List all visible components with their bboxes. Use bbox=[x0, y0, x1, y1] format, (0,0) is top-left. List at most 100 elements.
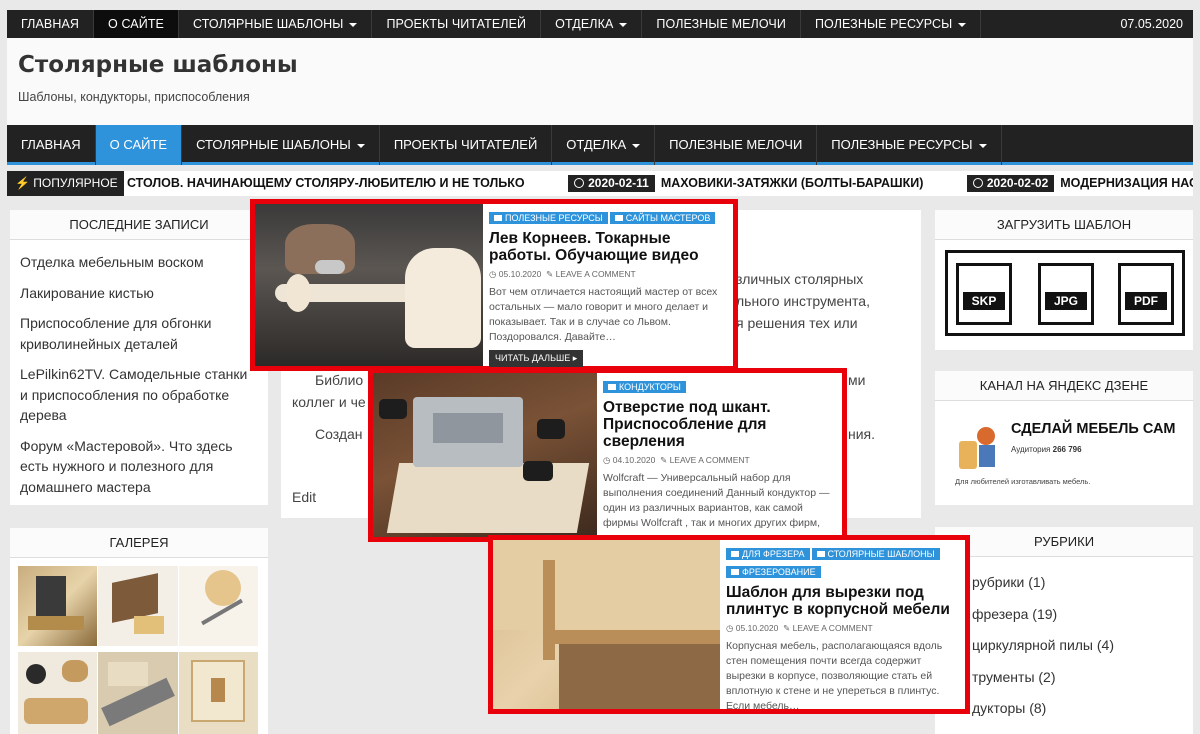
rubric-link[interactable]: фрезера (19) bbox=[972, 599, 1193, 631]
comment-link[interactable]: LEAVE A COMMENT bbox=[556, 269, 636, 279]
rubric-link[interactable]: циркулярной пилы (4) bbox=[972, 630, 1193, 662]
recent-post-link[interactable]: Лакирование кистью bbox=[20, 283, 258, 304]
post-thumbnail[interactable] bbox=[373, 373, 597, 537]
post-body: ДЛЯ ФРЕЗЕРА СТОЛЯРНЫЕ ШАБЛОНЫ ФРЕЗЕРОВАНИЕ… bbox=[720, 540, 965, 712]
read-more-button[interactable]: ЧИТАТЬ ДАЛЬШЕ ▸ bbox=[489, 350, 584, 367]
mainnav-item-useful[interactable]: ПОЛЕЗНЫЕ МЕЛОЧИ bbox=[655, 125, 818, 165]
folder-icon bbox=[494, 215, 502, 221]
ticker-track: В И СТОЛОВ. НАЧИНАЮЩЕМУ СТОЛЯРУ-ЛЮБИТЕЛЮ… bbox=[102, 171, 1193, 196]
gallery-thumbnail[interactable] bbox=[98, 566, 178, 646]
gallery-thumbnail[interactable] bbox=[18, 652, 97, 734]
clock-icon: ◷ bbox=[726, 623, 734, 633]
upload-banner[interactable]: SKP JPG PDF bbox=[945, 250, 1185, 336]
read-more-label: ЧИТАТЬ ДАЛЬШЕ bbox=[495, 353, 571, 363]
post-thumbnail[interactable] bbox=[255, 204, 483, 366]
rubric-link[interactable]: трументы (2) bbox=[972, 662, 1193, 694]
comment-link[interactable]: LEAVE A COMMENT bbox=[793, 623, 873, 633]
ticker-date-text: 2020-02-02 bbox=[986, 176, 1049, 190]
category-tag[interactable]: ФРЕЗЕРОВАНИЕ bbox=[726, 566, 821, 578]
tag-label: ДЛЯ ФРЕЗЕРА bbox=[742, 549, 805, 559]
comment-icon: ✎ bbox=[660, 455, 668, 465]
topnav-item-home[interactable]: ГЛАВНАЯ bbox=[7, 10, 95, 38]
audience-count: 266 796 bbox=[1052, 445, 1082, 454]
tag-label: САЙТЫ МАСТЕРОВ bbox=[625, 213, 711, 223]
mainnav-item-reader-projects[interactable]: ПРОЕКТЫ ЧИТАТЕЛЕЙ bbox=[380, 125, 553, 165]
chevron-down-icon bbox=[356, 143, 365, 148]
clock-icon: ◷ bbox=[489, 269, 497, 279]
mainnav-item-about[interactable]: О САЙТЕ bbox=[95, 125, 183, 165]
current-date: 07.05.2020 bbox=[1120, 17, 1183, 31]
audience: Аудитория 266 796 bbox=[1011, 445, 1082, 454]
category-tag[interactable]: САЙТЫ МАСТЕРОВ bbox=[609, 212, 716, 224]
file-format-label: JPG bbox=[1045, 292, 1087, 310]
ticker-link[interactable]: МОДЕРНИЗАЦИЯ НАСТОЛЬНОЙ ЦИРКУЛЯРКИ J1F-D… bbox=[1060, 176, 1193, 190]
category-tag[interactable]: КОНДУКТОРЫ bbox=[603, 381, 686, 393]
content-text: ми bbox=[848, 372, 866, 388]
site-title[interactable]: Столярные шаблоны bbox=[18, 52, 298, 78]
post-date: 04.10.2020 bbox=[612, 455, 656, 465]
gallery-thumbnail[interactable] bbox=[98, 652, 178, 734]
audience-label: Аудитория bbox=[1011, 445, 1051, 454]
recent-post-link[interactable]: LePilkin62TV. Самодельные станки и присп… bbox=[20, 364, 258, 426]
ticker-label: ⚡ ПОПУЛЯРНОЕ bbox=[7, 171, 124, 196]
ticker-date: 2020-02-11 bbox=[568, 175, 655, 192]
channel-name: СДЕЛАЙ МЕБЕЛЬ САМ bbox=[1011, 421, 1176, 437]
rubric-link[interactable]: Отделка (5) bbox=[982, 725, 1193, 734]
mainnav-item-label: ПОЛЕЗНЫЕ РЕСУРСЫ bbox=[831, 137, 973, 152]
category-tag[interactable]: ДЛЯ ФРЕЗЕРА bbox=[726, 548, 810, 560]
chevron-right-icon: ▸ bbox=[572, 353, 578, 363]
topnav-item-useful[interactable]: ПОЛЕЗНЫЕ МЕЛОЧИ bbox=[642, 10, 801, 38]
mainnav-item-finishing[interactable]: ОТДЕЛКА bbox=[552, 125, 656, 165]
recent-post-link[interactable]: Форум «Мастеровой». Что здесь есть нужно… bbox=[20, 436, 258, 498]
topnav-item-templates[interactable]: СТОЛЯРНЫЕ ШАБЛОНЫ bbox=[179, 10, 373, 38]
ticker-link[interactable]: МАХОВИКИ-ЗАТЯЖКИ (БОЛТЫ-БАРАШКИ) bbox=[661, 176, 924, 190]
chevron-down-icon bbox=[958, 22, 967, 27]
post-title[interactable]: Лев Корнеев. Токарные работы. Обучающие … bbox=[489, 230, 727, 264]
content-text: зличных столярных bbox=[736, 271, 864, 287]
mainnav-item-home[interactable]: ГЛАВНАЯ bbox=[7, 125, 96, 165]
post-title[interactable]: Шаблон для вырезки под плинтус в корпусн… bbox=[726, 584, 959, 618]
ticker-date: 2020-02-02 bbox=[966, 175, 1055, 192]
recent-post-link[interactable]: Отделка мебельным воском bbox=[20, 252, 258, 273]
topnav-item-finishing[interactable]: ОТДЕЛКА bbox=[541, 10, 643, 38]
ticker-link[interactable]: В И СТОЛОВ. НАЧИНАЮЩЕМУ СТОЛЯРУ-ЛЮБИТЕЛЮ… bbox=[102, 176, 525, 190]
comment-link[interactable]: LEAVE A COMMENT bbox=[670, 455, 750, 465]
gallery-widget: ГАЛЕРЕЯ bbox=[10, 528, 268, 734]
rubric-link[interactable]: рубрики (1) bbox=[972, 567, 1193, 599]
post-tags: КОНДУКТОРЫ bbox=[603, 377, 836, 395]
ticker-date-text: 2020-02-11 bbox=[588, 176, 649, 190]
gallery-thumbnail[interactable] bbox=[18, 566, 97, 646]
post-title[interactable]: Отверстие под шкант. Приспособление для … bbox=[603, 399, 836, 450]
topnav-item-about[interactable]: О САЙТЕ bbox=[94, 10, 179, 38]
folder-icon bbox=[731, 569, 739, 575]
mainnav-item-resources[interactable]: ПОЛЕЗНЫЕ РЕСУРСЫ bbox=[817, 125, 1002, 165]
recent-post-link[interactable]: Приспособление для обгонки криволинейных… bbox=[20, 313, 258, 354]
gallery-thumbnail[interactable] bbox=[179, 566, 258, 646]
comment-icon: ✎ bbox=[546, 269, 554, 279]
dzen-banner[interactable]: СДЕЛАЙ МЕБЕЛЬ САМ Аудитория 266 796 Для … bbox=[945, 411, 1183, 491]
post-thumbnail[interactable] bbox=[493, 540, 720, 709]
topnav-item-label: СТОЛЯРНЫЕ ШАБЛОНЫ bbox=[193, 17, 344, 31]
top-nav: ГЛАВНАЯ О САЙТЕ СТОЛЯРНЫЕ ШАБЛОНЫ ПРОЕКТ… bbox=[7, 10, 1193, 38]
content-text: льного инструмента, bbox=[736, 293, 870, 309]
topnav-item-resources[interactable]: ПОЛЕЗНЫЕ РЕСУРСЫ bbox=[801, 10, 982, 38]
dzen-widget: КАНАЛ НА ЯНДЕКС ДЗЕНЕ СДЕЛАЙ МЕБЕЛЬ САМ … bbox=[935, 371, 1193, 505]
mainnav-item-templates[interactable]: СТОЛЯРНЫЕ ШАБЛОНЫ bbox=[182, 125, 380, 165]
site-description: Шаблоны, кондукторы, приспособления bbox=[18, 90, 250, 104]
jpg-file-icon: JPG bbox=[1038, 263, 1094, 325]
post-card[interactable]: ПОЛЕЗНЫЕ РЕСУРСЫ САЙТЫ МАСТЕРОВ Лев Корне… bbox=[250, 199, 738, 371]
main-nav: ГЛАВНАЯ О САЙТЕ СТОЛЯРНЫЕ ШАБЛОНЫ ПРОЕКТ… bbox=[7, 125, 1193, 165]
topnav-item-label: ОТДЕЛКА bbox=[555, 17, 614, 31]
category-tag[interactable]: СТОЛЯРНЫЕ ШАБЛОНЫ bbox=[811, 548, 940, 560]
rubric-link[interactable]: дукторы (8) bbox=[972, 693, 1193, 725]
post-card[interactable]: КОНДУКТОРЫ Отверстие под шкант. Приспосо… bbox=[368, 368, 847, 544]
clock-icon: ◷ bbox=[603, 455, 611, 465]
category-tag[interactable]: ПОЛЕЗНЫЕ РЕСУРСЫ bbox=[489, 212, 608, 224]
topnav-item-reader-projects[interactable]: ПРОЕКТЫ ЧИТАТЕЛЕЙ bbox=[372, 10, 542, 38]
folder-icon bbox=[731, 551, 739, 557]
edit-link[interactable]: Edit bbox=[292, 486, 316, 508]
comment-icon: ✎ bbox=[783, 623, 791, 633]
gallery-thumbnail[interactable] bbox=[179, 652, 258, 734]
widget-title: ГАЛЕРЕЯ bbox=[10, 528, 268, 558]
post-card[interactable]: ДЛЯ ФРЕЗЕРА СТОЛЯРНЫЕ ШАБЛОНЫ ФРЕЗЕРОВАНИЕ… bbox=[488, 535, 970, 714]
